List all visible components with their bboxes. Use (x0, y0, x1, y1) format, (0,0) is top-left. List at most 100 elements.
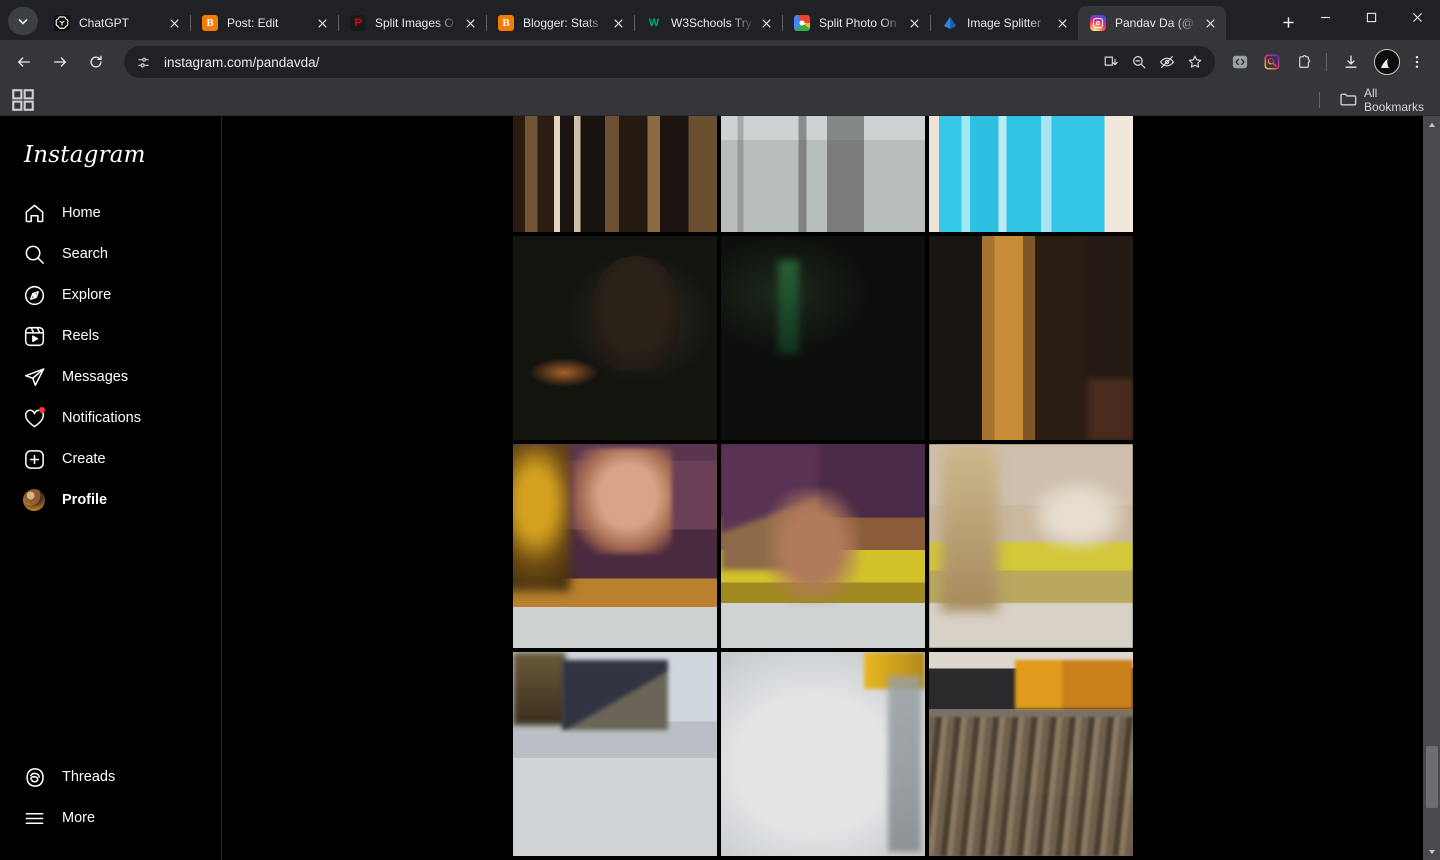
arrow-left-icon (17, 57, 30, 67)
tab-close-button[interactable] (312, 13, 332, 33)
grid-tile[interactable] (513, 444, 717, 648)
chatgpt-icon (54, 15, 70, 31)
zoom-icon[interactable] (1125, 48, 1153, 76)
grid-tile[interactable] (721, 444, 925, 648)
plus-square-icon (22, 447, 46, 471)
browser-window: ChatGPT B Post: Edit P Split Images O B Blogge… (0, 0, 1440, 860)
tab-close-button[interactable] (460, 13, 480, 33)
browser-tab[interactable]: B Blogger: Stats (486, 6, 634, 40)
tab-title: Image Splitter (967, 16, 1042, 30)
grid-tile[interactable] (721, 652, 925, 856)
sidebar-item-profile[interactable]: Profile (12, 481, 209, 519)
grid-tile[interactable] (721, 236, 925, 440)
tab-close-button[interactable] (756, 13, 776, 33)
messenger-icon (22, 365, 46, 389)
image-search-extension-icon[interactable] (1257, 47, 1287, 77)
close-icon (1057, 18, 1067, 28)
tab-title: ChatGPT (79, 16, 130, 30)
sidebar-item-explore[interactable]: Explore (12, 276, 209, 314)
browser-tab[interactable]: Pandav Da (@ (1078, 6, 1226, 40)
minimize-button[interactable] (1302, 0, 1348, 34)
sidebar-item-messages[interactable]: Messages (12, 358, 209, 396)
tab-close-button[interactable] (1052, 13, 1072, 33)
address-input[interactable]: instagram.com/pandavda/ (156, 55, 1097, 70)
instagram-sidebar: Instagram Home Search Explore Reels Messages… (0, 116, 222, 860)
blogger-icon: B (202, 15, 218, 31)
grid-tile[interactable] (513, 116, 717, 232)
tab-close-button[interactable] (164, 13, 184, 33)
grid-tile[interactable] (929, 652, 1133, 856)
grid-tile[interactable] (929, 236, 1133, 440)
bookmarks-divider (1319, 91, 1321, 108)
tab-separator (634, 15, 635, 31)
sidebar-item-label: Create (62, 451, 106, 467)
tab-separator (930, 15, 931, 31)
tab-title: Pandav Da (@ (1115, 16, 1194, 30)
downloads-button[interactable] (1336, 47, 1366, 77)
scrollbar-thumb[interactable] (1426, 746, 1438, 808)
scroll-up-button[interactable] (1423, 116, 1440, 133)
chevron-down-icon (18, 18, 28, 25)
back-button[interactable] (8, 46, 40, 78)
sidebar-item-notifications[interactable]: Notifications (12, 399, 209, 437)
hamburger-icon (22, 806, 46, 830)
notification-badge (39, 407, 45, 413)
browser-tab[interactable]: P Split Images O (338, 6, 486, 40)
tab-separator (338, 15, 339, 31)
page-scrollbar[interactable] (1423, 116, 1440, 860)
browser-tab[interactable]: Image Splitter (930, 6, 1078, 40)
install-app-icon[interactable] (1097, 48, 1125, 76)
tab-close-button[interactable] (608, 13, 628, 33)
browser-tab[interactable]: B Post: Edit (190, 6, 338, 40)
close-window-button[interactable] (1394, 0, 1440, 34)
chrome-menu-button[interactable] (1402, 47, 1432, 77)
instagram-logo[interactable]: Instagram (12, 124, 209, 194)
bookmark-star-icon[interactable] (1181, 48, 1209, 76)
site-settings-button[interactable] (130, 49, 156, 75)
grid-tile[interactable] (929, 116, 1133, 232)
tab-search-button[interactable] (8, 7, 38, 35)
hide-password-icon[interactable] (1153, 48, 1181, 76)
forward-button[interactable] (44, 46, 76, 78)
grid-tile-image (721, 236, 925, 440)
profile-avatar-button[interactable] (1374, 49, 1400, 75)
close-icon (613, 18, 623, 28)
pinterest-icon: P (350, 15, 366, 31)
grid-tile[interactable] (513, 236, 717, 440)
profile-content-area (222, 116, 1440, 860)
extensions-puzzle-icon[interactable] (1289, 47, 1319, 77)
bookmarks-bar: All Bookmarks (0, 84, 1440, 116)
sidebar-item-create[interactable]: Create (12, 440, 209, 478)
sidebar-item-home[interactable]: Home (12, 194, 209, 232)
code-extension-icon[interactable] (1225, 47, 1255, 77)
tab-close-button[interactable] (904, 13, 924, 33)
grid-tile[interactable] (513, 652, 717, 856)
apps-shortcut-button[interactable] (10, 88, 36, 112)
browser-tab[interactable]: Split Photo On (782, 6, 930, 40)
maximize-button[interactable] (1348, 0, 1394, 34)
puzzle-glyph (1299, 55, 1311, 68)
sidebar-item-threads[interactable]: Threads (12, 758, 209, 796)
grid-tile[interactable] (721, 116, 925, 232)
tab-title: Split Images O (375, 16, 454, 30)
tab-close-button[interactable] (1200, 13, 1220, 33)
image-search-glyph (1264, 54, 1280, 70)
sidebar-item-label: Search (62, 246, 108, 262)
tab-list: ChatGPT B Post: Edit P Split Images O B Blogge… (42, 0, 1268, 40)
tab-separator (486, 15, 487, 31)
sidebar-item-label: Explore (62, 287, 112, 303)
browser-tab[interactable]: W W3Schools Try (634, 6, 782, 40)
grid-tile[interactable] (929, 444, 1133, 648)
browser-tab[interactable]: ChatGPT (42, 6, 190, 40)
grid-tile-image (929, 444, 1133, 648)
reload-button[interactable] (80, 46, 112, 78)
all-bookmarks-button[interactable]: All Bookmarks (1334, 83, 1430, 117)
sidebar-item-search[interactable]: Search (12, 235, 209, 273)
compass-icon (22, 283, 46, 307)
new-tab-button[interactable] (1274, 8, 1302, 36)
sidebar-item-more[interactable]: More (12, 799, 209, 837)
sidebar-item-reels[interactable]: Reels (12, 317, 209, 355)
browser-toolbar: instagram.com/pandavda/ (0, 40, 1440, 84)
omnibox[interactable]: instagram.com/pandavda/ (124, 46, 1215, 78)
scroll-down-button[interactable] (1423, 843, 1440, 860)
